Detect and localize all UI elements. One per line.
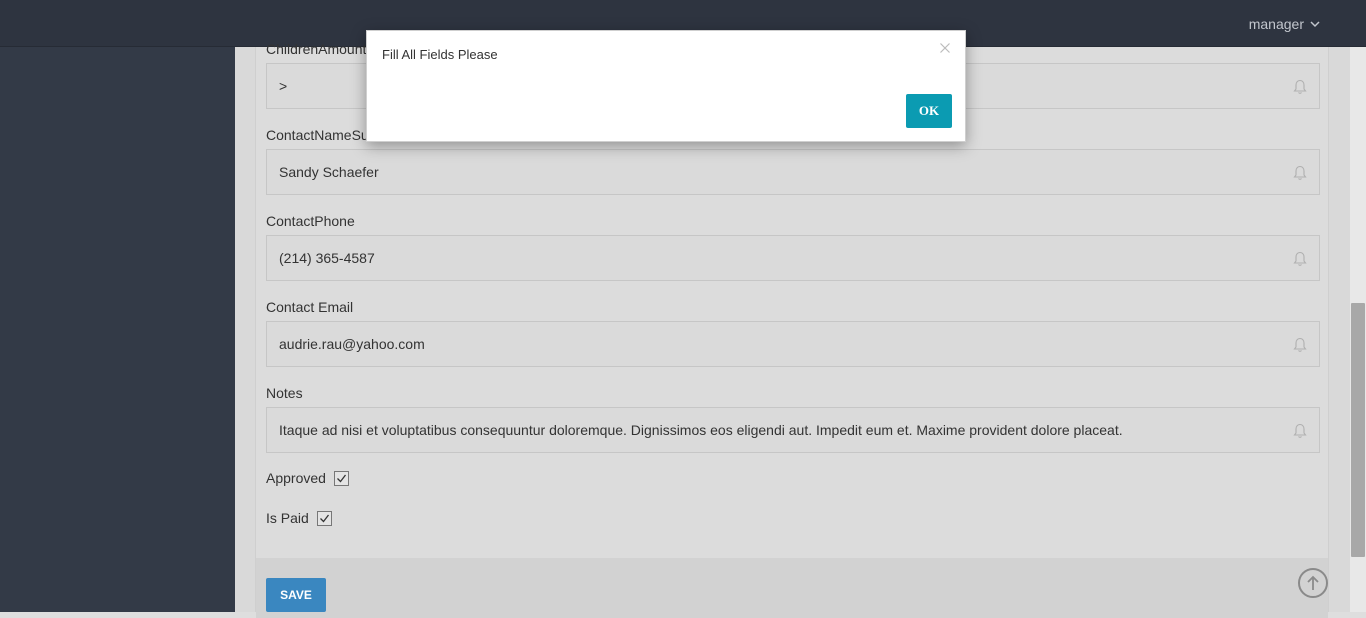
- contact-name-value: Sandy Schaefer: [279, 164, 379, 180]
- sidebar: [0, 47, 235, 612]
- card-footer: [256, 558, 1328, 618]
- alert-message: Fill All Fields Please: [382, 47, 498, 62]
- contact-phone-input[interactable]: (214) 365-4587: [266, 235, 1320, 281]
- scroll-to-top-button[interactable]: [1298, 568, 1328, 598]
- close-icon[interactable]: [939, 42, 951, 54]
- approved-label: Approved: [266, 470, 326, 486]
- save-button[interactable]: SAVE: [266, 578, 326, 612]
- approved-row: Approved: [266, 470, 349, 486]
- arrow-up-icon: [1307, 575, 1319, 590]
- user-menu-label: manager: [1248, 16, 1304, 32]
- bell-icon: [1293, 251, 1307, 266]
- contact-email-value: audrie.rau@yahoo.com: [279, 336, 425, 352]
- notes-input[interactable]: Itaque ad nisi et voluptatibus consequun…: [266, 407, 1320, 453]
- children-amount-label: ChildrenAmount: [266, 41, 367, 57]
- contact-phone-label: ContactPhone: [266, 213, 355, 229]
- notes-value: Itaque ad nisi et voluptatibus consequun…: [279, 422, 1123, 438]
- children-amount-value: >: [279, 78, 288, 94]
- chevron-down-icon: [1310, 21, 1320, 28]
- scrollbar-thumb[interactable]: [1351, 303, 1365, 557]
- checkmark-icon: [319, 514, 329, 522]
- bell-icon: [1293, 423, 1307, 438]
- contact-email-input[interactable]: audrie.rau@yahoo.com: [266, 321, 1320, 367]
- bell-icon: [1293, 337, 1307, 352]
- approved-checkbox[interactable]: [333, 470, 349, 486]
- ok-button[interactable]: OK: [906, 94, 952, 128]
- is-paid-label: Is Paid: [266, 510, 309, 526]
- checkmark-icon: [336, 474, 346, 482]
- is-paid-row: Is Paid: [266, 510, 332, 526]
- bell-icon: [1293, 79, 1307, 94]
- notes-label: Notes: [266, 385, 303, 401]
- alert-dialog: Fill All Fields Please OK: [366, 30, 966, 142]
- user-menu[interactable]: manager: [1249, 16, 1320, 32]
- contact-name-input[interactable]: Sandy Schaefer: [266, 149, 1320, 195]
- is-paid-checkbox[interactable]: [316, 510, 332, 526]
- bell-icon: [1293, 165, 1307, 180]
- contact-email-label: Contact Email: [266, 299, 354, 315]
- contact-phone-value: (214) 365-4587: [279, 250, 375, 266]
